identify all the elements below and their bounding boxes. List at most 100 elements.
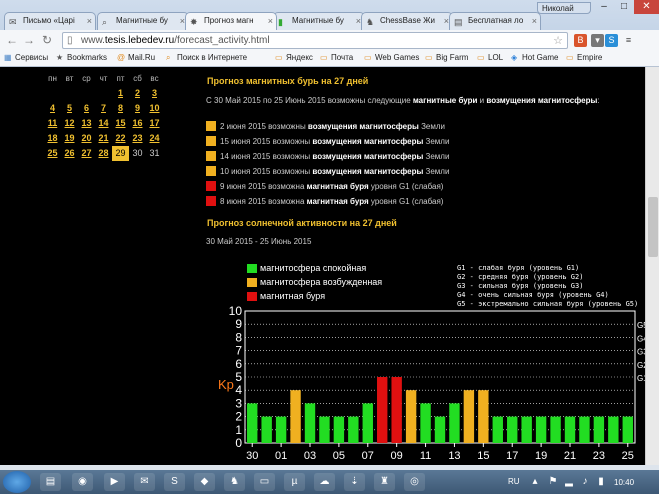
taskbar-torrent-icon[interactable]: µ <box>284 473 305 491</box>
calendar-day-link[interactable]: 4 <box>44 101 61 116</box>
calendar-day-link[interactable]: 23 <box>129 131 146 146</box>
user-profile-badge[interactable]: Николай <box>537 2 591 14</box>
calendar-day-link[interactable]: 11 <box>44 116 61 131</box>
solar-title: Прогноз солнечной активности на 27 дней <box>207 218 397 228</box>
taskbar-cloud-icon[interactable]: ☁ <box>314 473 335 491</box>
calendar-day-link[interactable]: 20 <box>78 131 95 146</box>
event-text-post: уровня G1 (слабая) <box>368 197 444 206</box>
calendar-day-link[interactable]: 6 <box>78 101 95 116</box>
close-icon[interactable]: × <box>268 16 273 26</box>
tray-volume-icon[interactable]: ♪ <box>578 473 592 491</box>
bookmark-empire[interactable]: ▭ Empire <box>566 53 602 62</box>
bookmark-star-icon[interactable]: ☆ <box>553 34 563 47</box>
bookmark-webgames[interactable]: ▭ Web Games <box>364 53 419 62</box>
bookmark-hotgame[interactable]: ◈ Hot Game <box>511 53 558 62</box>
tab-free[interactable]: ▤ Бесплатная ло × <box>449 12 541 30</box>
kp-bar <box>319 416 330 443</box>
tray-network-icon[interactable]: ▂ <box>562 473 576 491</box>
taskbar-explorer-icon[interactable]: ▤ <box>40 473 61 491</box>
calendar-day-link[interactable]: 14 <box>95 116 112 131</box>
extension-menu-icon[interactable]: ▾ <box>591 34 604 47</box>
tab-chessbase[interactable]: ♞ ChessBase Жи × <box>361 12 453 30</box>
calendar-day-link[interactable]: 13 <box>78 116 95 131</box>
calendar-day-link[interactable]: 26 <box>61 146 78 161</box>
calendar-day-link[interactable]: 27 <box>78 146 95 161</box>
calendar-day-link[interactable]: 21 <box>95 131 112 146</box>
kp-bar <box>478 390 489 443</box>
tray-arrow-icon[interactable]: ▴ <box>528 473 542 491</box>
calendar-day-link[interactable]: 19 <box>61 131 78 146</box>
kp-bar <box>391 377 402 443</box>
tab-forecast[interactable]: ✸ Прогноз магн × <box>185 12 277 30</box>
language-indicator[interactable]: RU <box>508 477 520 486</box>
calendar-day-link[interactable]: 1 <box>112 86 129 101</box>
taskbar-skype-icon[interactable]: S <box>164 473 185 491</box>
tab-chart[interactable]: ▮ Магнитные бу × <box>273 12 365 30</box>
clock[interactable]: 10:40 <box>614 478 634 487</box>
apps-icon: ▦ <box>4 53 12 62</box>
tab-mail[interactable]: ✉ Письмо «Царі × <box>4 12 96 30</box>
calendar-day-link[interactable]: 10 <box>146 101 163 116</box>
taskbar-player-icon[interactable]: ▶ <box>104 473 125 491</box>
scrollbar[interactable] <box>645 67 659 465</box>
x-tick-label: 30 <box>246 450 258 462</box>
y-tick-label: 8 <box>235 330 242 344</box>
calendar-day-link[interactable]: 2 <box>129 86 146 101</box>
reload-button[interactable]: ↻ <box>40 33 54 47</box>
taskbar-mail-icon[interactable]: ✉ <box>134 473 155 491</box>
tray-battery-icon[interactable]: ▮ <box>594 473 608 491</box>
bookmark-bigfarm[interactable]: ▭ Big Farm <box>425 53 468 62</box>
bookmark-bookmarks[interactable]: ★ Bookmarks <box>56 53 107 62</box>
calendar-day-link[interactable]: 16 <box>129 116 146 131</box>
calendar-day-link[interactable]: 7 <box>95 101 112 116</box>
tab-search[interactable]: ⌕ Магнитные бу × <box>97 12 189 30</box>
event-text-pre: 8 июня 2015 возможна <box>220 197 307 206</box>
calendar-day-today[interactable]: 29 <box>112 146 129 161</box>
kp-bar <box>550 416 561 443</box>
bookmark-lol[interactable]: ▭ LOL <box>477 53 503 62</box>
taskbar-chess-icon[interactable]: ♜ <box>374 473 395 491</box>
bookmark-mail[interactable]: ▭ Почта <box>320 53 353 62</box>
calendar-day-link[interactable]: 17 <box>146 116 163 131</box>
start-button[interactable] <box>3 471 31 493</box>
calendar-day-link[interactable]: 15 <box>112 116 129 131</box>
skype-icon[interactable]: S <box>605 34 618 47</box>
extension-b-icon[interactable]: B <box>574 34 587 47</box>
close-icon[interactable]: × <box>87 16 92 26</box>
calendar-day-link[interactable]: 8 <box>112 101 129 116</box>
calendar-week: 18 19 20 21 22 23 24 <box>44 131 163 146</box>
tray-flag-icon[interactable]: ⚑ <box>546 473 560 491</box>
taskbar-app-icon[interactable]: ◆ <box>194 473 215 491</box>
x-tick-label: 19 <box>535 450 547 462</box>
calendar-day-link[interactable]: 5 <box>61 101 78 116</box>
back-button[interactable]: ← <box>5 33 19 47</box>
close-icon[interactable]: × <box>532 16 537 26</box>
calendar-day-link[interactable]: 18 <box>44 131 61 146</box>
taskbar-download-icon[interactable]: ⇣ <box>344 473 365 491</box>
taskbar-folder-icon[interactable]: ▭ <box>254 473 275 491</box>
close-window-button[interactable]: ✕ <box>634 0 659 14</box>
calendar-weekdays: пн вт ср чт пт сб вс <box>44 71 163 86</box>
bookmark-yandex[interactable]: ▭ Яндекс <box>275 53 313 62</box>
calendar-day-link[interactable]: 28 <box>95 146 112 161</box>
address-bar[interactable]: ▯ www.tesis.lebedev.ru/forecast_activity… <box>62 32 568 49</box>
taskbar-chrome-icon[interactable]: ◉ <box>72 473 93 491</box>
calendar-day-link[interactable]: 24 <box>146 131 163 146</box>
calendar-day-link[interactable]: 25 <box>44 146 61 161</box>
taskbar-game-icon[interactable]: ♞ <box>224 473 245 491</box>
g-level-label: G4 <box>637 334 645 343</box>
bookmark-search[interactable]: ⌕ Поиск в Интернете <box>166 53 247 62</box>
calendar-day-link[interactable]: 3 <box>146 86 163 101</box>
maximize-button[interactable]: □ <box>614 0 634 14</box>
forward-button[interactable]: → <box>22 33 36 47</box>
taskbar-misc-icon[interactable]: ◎ <box>404 473 425 491</box>
bookmark-services[interactable]: ▦ Сервисы <box>4 53 48 62</box>
calendar-day-link[interactable]: 9 <box>129 101 146 116</box>
calendar-day-link[interactable]: 22 <box>112 131 129 146</box>
minimize-button[interactable]: – <box>594 0 614 14</box>
bookmark-mailru[interactable]: @ Mail.Ru <box>117 53 155 62</box>
scroll-thumb[interactable] <box>648 197 658 257</box>
calendar-day-link[interactable]: 12 <box>61 116 78 131</box>
kp-bar <box>593 416 605 443</box>
settings-menu-icon[interactable]: ≡ <box>622 34 635 47</box>
